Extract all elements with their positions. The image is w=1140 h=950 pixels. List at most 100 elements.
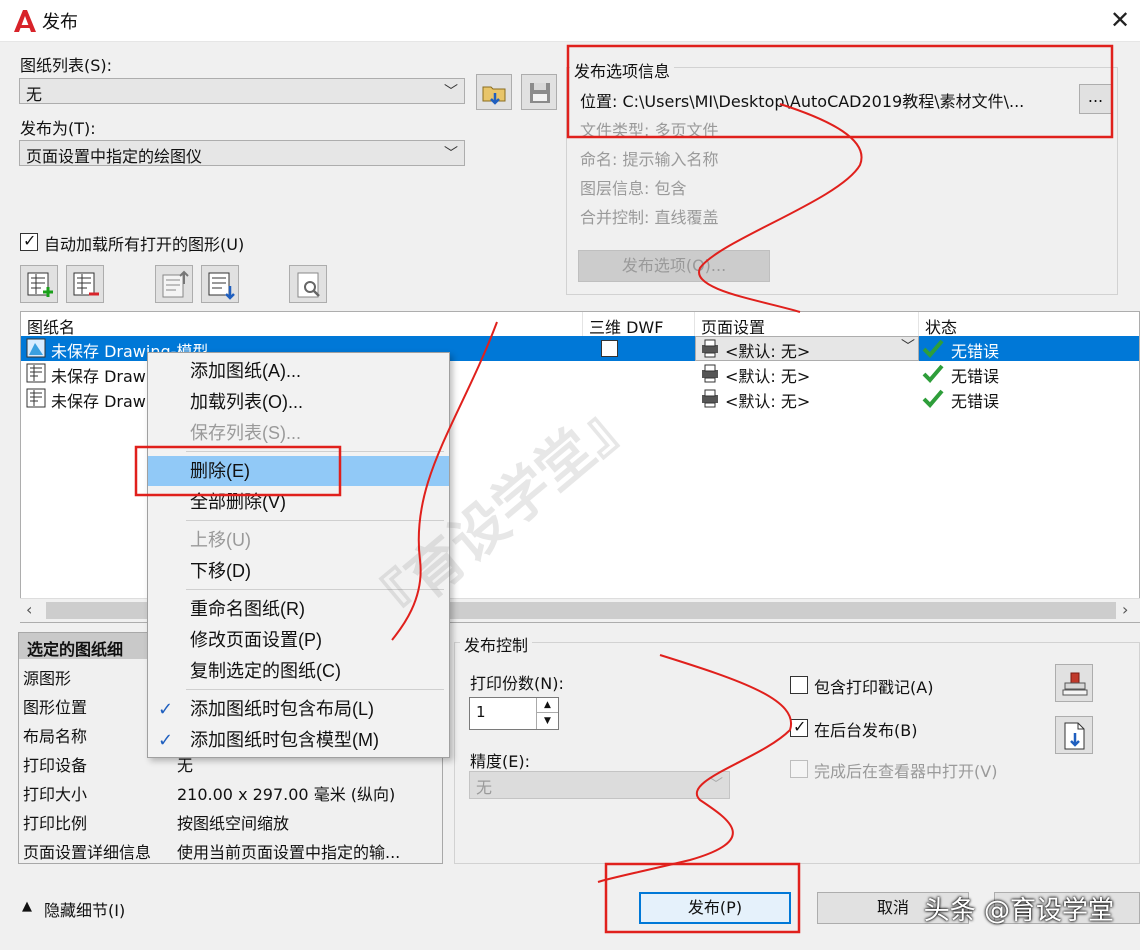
detail-key: 布局名称 bbox=[23, 727, 88, 746]
plotter-icon bbox=[699, 387, 721, 413]
sheet-list-label: 图纸列表(S): bbox=[20, 56, 113, 75]
layout-sheet-icon bbox=[25, 387, 47, 413]
checkmark-icon: ✓ bbox=[158, 699, 174, 719]
sheet-list-value: 无 bbox=[26, 85, 43, 104]
include-plot-stamp-checkbox[interactable] bbox=[790, 676, 808, 694]
move-sheet-up-button[interactable] bbox=[155, 265, 193, 303]
toutiao-watermark: 头条 @育设学堂 bbox=[923, 896, 1114, 926]
sheet-name: 未保存 Drawi bbox=[51, 392, 151, 411]
chevron-down-icon: ﹀ bbox=[709, 777, 723, 793]
document-export-icon bbox=[1064, 722, 1085, 750]
precision-dropdown[interactable]: 无 ﹀ bbox=[469, 771, 730, 799]
move-up-icon bbox=[162, 270, 189, 298]
green-check-icon bbox=[921, 361, 945, 389]
status-text: 无错误 bbox=[951, 367, 1000, 386]
checkmark-icon: ✓ bbox=[793, 717, 807, 736]
sheet-name: 未保存 Drawi bbox=[51, 367, 151, 386]
plotter-icon bbox=[699, 362, 721, 388]
preview-button[interactable] bbox=[289, 265, 327, 303]
export-to-file-button[interactable] bbox=[1055, 716, 1093, 754]
publish-button[interactable]: 发布(P) bbox=[639, 892, 791, 924]
3d-dwf-checkbox[interactable] bbox=[601, 340, 618, 357]
menu-item-include-model[interactable]: ✓ 添加图纸时包含模型(M) bbox=[148, 725, 449, 755]
scroll-right-icon[interactable]: › bbox=[1122, 600, 1128, 619]
plot-stamp-settings-button[interactable] bbox=[1055, 664, 1093, 702]
precision-value: 无 bbox=[476, 778, 493, 797]
chevron-down-icon: ﹀ bbox=[444, 146, 458, 162]
browse-location-button[interactable]: ... bbox=[1079, 84, 1112, 114]
menu-item-load-list[interactable]: 加载列表(O)... bbox=[148, 387, 449, 417]
background-publish-label: 在后台发布(B) bbox=[814, 721, 918, 740]
model-sheet-icon bbox=[25, 337, 47, 363]
remove-sheets-icon bbox=[73, 272, 99, 296]
folder-open-icon bbox=[482, 86, 506, 105]
window-title: 发布 bbox=[42, 12, 78, 33]
menu-item-save-list[interactable]: 保存列表(S)... bbox=[148, 418, 449, 448]
column-header-page-setup[interactable]: 页面设置 bbox=[695, 312, 919, 337]
hide-details-link[interactable]: 隐藏细节(I) bbox=[44, 897, 125, 921]
detail-value: 按图纸空间缩放 bbox=[177, 814, 290, 833]
detail-key: 打印设备 bbox=[23, 756, 88, 775]
menu-item-label: 添加图纸时包含模型(M) bbox=[190, 730, 379, 750]
collapse-up-icon[interactable]: ▲ bbox=[22, 899, 32, 914]
scroll-left-icon[interactable]: ‹ bbox=[26, 600, 32, 619]
spin-down-icon[interactable]: ▼ bbox=[536, 713, 558, 729]
remove-sheets-button[interactable] bbox=[66, 265, 104, 303]
floppy-disk-icon bbox=[530, 83, 550, 103]
layout-sheet-icon bbox=[25, 362, 47, 388]
load-sheet-list-button[interactable] bbox=[476, 74, 512, 110]
column-header-status[interactable]: 状态 bbox=[919, 312, 1139, 337]
add-sheets-icon bbox=[27, 272, 53, 297]
detail-key: 打印比例 bbox=[23, 814, 88, 833]
status-text: 无错误 bbox=[951, 392, 1000, 411]
merge-control-info: 合并控制: 直线覆盖 bbox=[580, 208, 719, 227]
publish-to-value: 页面设置中指定的绘图仪 bbox=[26, 147, 203, 166]
sheet-list-dropdown[interactable]: 无 ﹀ bbox=[19, 78, 465, 104]
column-header-sheet-name[interactable]: 图纸名 bbox=[21, 312, 583, 337]
preview-magnifier-icon bbox=[297, 272, 320, 298]
plotter-icon bbox=[699, 337, 721, 363]
menu-item-add-sheets[interactable]: 添加图纸(A)... bbox=[148, 356, 449, 386]
publish-to-dropdown[interactable]: 页面设置中指定的绘图仪 ﹀ bbox=[19, 140, 465, 166]
layer-info: 图层信息: 包含 bbox=[580, 179, 687, 198]
detail-key: 源图形 bbox=[23, 669, 72, 688]
column-header-3d-dwf[interactable]: 三维 DWF bbox=[583, 312, 695, 337]
auto-load-label: 自动加载所有打开的图形(U) bbox=[44, 235, 245, 254]
copies-value: 1 bbox=[476, 703, 486, 721]
precision-label: 精度(E): bbox=[470, 752, 530, 771]
menu-item-copy-selected-sheets[interactable]: 复制选定的图纸(C) bbox=[148, 656, 449, 686]
copies-label: 打印份数(N): bbox=[470, 674, 564, 693]
menu-separator bbox=[186, 451, 444, 452]
open-in-viewer-label: 完成后在查看器中打开(V) bbox=[814, 762, 998, 781]
green-check-icon bbox=[921, 386, 945, 414]
page-setup-value: <默认: 无> bbox=[725, 367, 811, 386]
publish-options-button[interactable]: 发布选项(O)... bbox=[578, 250, 770, 282]
page-setup-value: <默认: 无> bbox=[725, 392, 811, 411]
menu-item-delete-all[interactable]: 全部删除(V) bbox=[148, 487, 449, 517]
save-sheet-list-button[interactable] bbox=[521, 74, 557, 110]
publish-options-info-title: 发布选项信息 bbox=[570, 58, 675, 82]
output-location: 位置: C:\Users\MI\Desktop\AutoCAD2019教程\素材… bbox=[580, 92, 1025, 111]
chevron-down-icon: ﹀ bbox=[444, 84, 458, 100]
file-type-info: 文件类型: 多页文件 bbox=[580, 121, 719, 140]
checkmark-icon: ✓ bbox=[23, 231, 37, 250]
add-sheets-button[interactable] bbox=[20, 265, 58, 303]
open-in-viewer-checkbox[interactable] bbox=[790, 760, 808, 778]
autocad-logo-icon bbox=[12, 8, 38, 34]
detail-key: 打印大小 bbox=[23, 785, 88, 804]
copies-stepper[interactable]: 1 ▲ ▼ bbox=[469, 697, 559, 730]
page-setup-value: <默认: 无> bbox=[725, 342, 811, 361]
close-icon[interactable]: ✕ bbox=[1110, 6, 1130, 34]
detail-value: 210.00 x 297.00 毫米 (纵向) bbox=[177, 785, 396, 804]
background-publish-checkbox[interactable]: ✓ bbox=[790, 717, 808, 737]
menu-item-include-layouts[interactable]: ✓ 添加图纸时包含布局(L) bbox=[148, 694, 449, 724]
move-sheet-down-button[interactable] bbox=[201, 265, 239, 303]
include-plot-stamp-label: 包含打印戳记(A) bbox=[814, 678, 934, 697]
menu-item-delete[interactable]: 删除(E) bbox=[148, 456, 449, 486]
menu-item-label: 添加图纸时包含布局(L) bbox=[190, 699, 374, 719]
auto-load-checkbox[interactable]: ✓ bbox=[20, 231, 38, 251]
checkmark-icon: ✓ bbox=[158, 730, 174, 750]
spin-up-icon[interactable]: ▲ bbox=[536, 698, 558, 713]
stamp-icon bbox=[1062, 672, 1088, 696]
green-check-icon bbox=[921, 336, 945, 364]
